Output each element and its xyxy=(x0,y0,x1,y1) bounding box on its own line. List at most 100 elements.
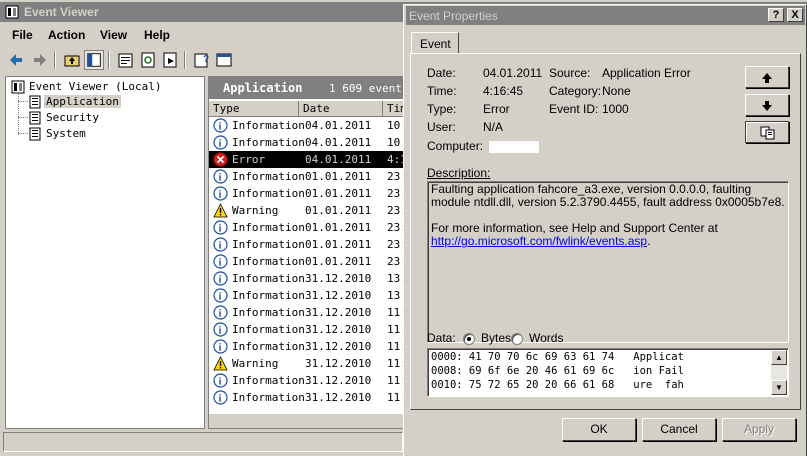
console-icon[interactable] xyxy=(214,50,234,70)
previous-event-button[interactable] xyxy=(745,66,789,88)
scroll-up-icon[interactable]: ▲ xyxy=(771,350,787,365)
words-radio[interactable] xyxy=(511,333,523,345)
event-row[interactable]: Error 04.01.2011 4:1 xyxy=(209,151,407,168)
event-date: 31.12.2010 xyxy=(305,374,372,387)
up-folder-icon[interactable] xyxy=(62,50,82,70)
help-icon[interactable]: ? xyxy=(192,50,212,70)
event-date: 04.01.2011 xyxy=(305,136,372,149)
information-icon: i xyxy=(213,237,228,252)
cancel-button[interactable]: Cancel xyxy=(642,418,716,441)
tab-event[interactable]: Event xyxy=(411,32,459,54)
bytes-radio[interactable] xyxy=(463,333,475,345)
event-row[interactable]: i Information 01.01.2011 23: xyxy=(209,236,407,253)
event-row[interactable]: Warning 01.01.2011 23: xyxy=(209,202,407,219)
menu-action[interactable]: Action xyxy=(48,28,85,42)
list-horizontal-scrollbar[interactable] xyxy=(209,414,407,428)
scroll-down-icon[interactable]: ▼ xyxy=(771,380,787,395)
next-event-button[interactable] xyxy=(745,94,789,116)
event-row[interactable]: i Information 01.01.2011 23: xyxy=(209,219,407,236)
log-icon xyxy=(29,127,41,141)
event-list-pane: Application 1 609 event(s) Type Date Tim… xyxy=(208,76,408,429)
words-label[interactable]: Words xyxy=(529,331,563,345)
event-type: Information xyxy=(232,170,305,183)
svg-text:?: ? xyxy=(203,54,209,65)
list-header: Application 1 609 event(s) xyxy=(209,77,408,99)
properties-icon[interactable] xyxy=(116,50,136,70)
refresh-icon[interactable] xyxy=(138,50,158,70)
description-box[interactable]: Faulting application fahcore_a3.exe, ver… xyxy=(427,181,789,343)
copy-to-clipboard-button[interactable] xyxy=(745,121,789,143)
help-center-link[interactable]: http://go.microsoft.com/fwlink/events.as… xyxy=(431,234,647,248)
forward-arrow-icon[interactable] xyxy=(30,50,50,70)
dialog-title-bar[interactable]: Event Properties ? X xyxy=(406,6,805,25)
main-title: Event Viewer xyxy=(24,5,99,19)
description-label: Description: xyxy=(427,166,490,180)
event-date: 04.01.2011 xyxy=(305,119,372,132)
event-row[interactable]: i Information 31.12.2010 11: xyxy=(209,304,407,321)
data-box[interactable]: 0000: 41 70 70 6c 69 63 61 74 Applicat 0… xyxy=(427,348,789,397)
user-value: N/A xyxy=(483,120,504,134)
event-count: 1 609 event(s) xyxy=(329,82,408,95)
svg-text:i: i xyxy=(219,309,222,320)
tree-item-label: Application xyxy=(44,95,121,108)
event-date: 01.01.2011 xyxy=(305,170,372,183)
event-date: 31.12.2010 xyxy=(305,272,372,285)
event-row[interactable]: i Information 31.12.2010 13: xyxy=(209,270,407,287)
ok-button[interactable]: OK xyxy=(562,418,636,441)
toolbar-separator xyxy=(108,51,110,69)
event-date: 31.12.2010 xyxy=(305,289,372,302)
event-viewer-app-icon xyxy=(5,5,19,19)
show-hide-tree-icon[interactable] xyxy=(84,50,104,70)
column-header-date[interactable]: Date xyxy=(299,101,383,117)
source-label: Source: xyxy=(549,66,591,80)
svg-text:i: i xyxy=(219,190,222,201)
column-header-type[interactable]: Type xyxy=(209,101,299,117)
back-arrow-icon[interactable] xyxy=(6,50,26,70)
type-value: Error xyxy=(483,102,510,116)
warning-icon xyxy=(213,356,228,371)
status-bar xyxy=(3,432,403,452)
event-row[interactable]: i Information 01.01.2011 23: xyxy=(209,185,407,202)
event-date: 31.12.2010 xyxy=(305,340,372,353)
event-type: Information xyxy=(232,391,305,404)
menu-help[interactable]: Help xyxy=(144,28,170,42)
computer-label: Computer: xyxy=(427,139,484,153)
svg-text:i: i xyxy=(219,343,222,354)
svg-text:i: i xyxy=(219,326,222,337)
close-button[interactable]: X xyxy=(787,8,803,22)
export-list-icon[interactable] xyxy=(160,50,180,70)
event-id-label: Event ID: xyxy=(549,102,599,116)
event-row[interactable]: i Information 31.12.2010 11: xyxy=(209,389,407,406)
hex-line: 0008: 69 6f 6e 20 46 61 69 6c ion Fail xyxy=(431,365,684,377)
event-row[interactable]: i Information 04.01.2011 10: xyxy=(209,134,407,151)
tree-connector xyxy=(18,101,28,102)
menu-file[interactable]: File xyxy=(12,28,33,42)
event-row[interactable]: i Information 31.12.2010 11: xyxy=(209,338,407,355)
apply-button[interactable]: Apply xyxy=(722,418,796,441)
time-value: 4:16:45 xyxy=(483,84,524,98)
event-id-value: 1000 xyxy=(602,102,629,116)
svg-text:i: i xyxy=(219,122,222,133)
event-row[interactable]: i Information 31.12.2010 11: xyxy=(209,372,407,389)
data-label: Data: xyxy=(427,331,456,345)
event-row[interactable]: i Information 04.01.2011 10: xyxy=(209,117,407,134)
event-row[interactable]: i Information 31.12.2010 13: xyxy=(209,287,407,304)
event-row[interactable]: i Information 31.12.2010 11: xyxy=(209,321,407,338)
event-type: Warning xyxy=(232,357,279,370)
help-button[interactable]: ? xyxy=(768,8,784,22)
information-icon: i xyxy=(213,305,228,320)
tree-root-label: Event Viewer (Local) xyxy=(29,80,162,93)
event-row[interactable]: i Information 01.01.2011 23: xyxy=(209,253,407,270)
data-vertical-scrollbar[interactable]: ▲ ▼ xyxy=(771,350,787,395)
event-row[interactable]: i Information 01.01.2011 23: xyxy=(209,168,407,185)
event-type: Information xyxy=(232,136,305,149)
svg-text:i: i xyxy=(219,394,222,405)
svg-text:i: i xyxy=(219,224,222,235)
event-row[interactable]: Warning 31.12.2010 11: xyxy=(209,355,407,372)
menu-view[interactable]: View xyxy=(100,28,127,42)
console-tree: Event Viewer (Local) Application Securit… xyxy=(5,76,205,429)
description-text: Faulting application fahcore_a3.exe, ver… xyxy=(431,182,785,209)
bytes-label[interactable]: Bytes xyxy=(481,331,511,345)
svg-text:i: i xyxy=(219,377,222,388)
svg-text:i: i xyxy=(219,139,222,150)
